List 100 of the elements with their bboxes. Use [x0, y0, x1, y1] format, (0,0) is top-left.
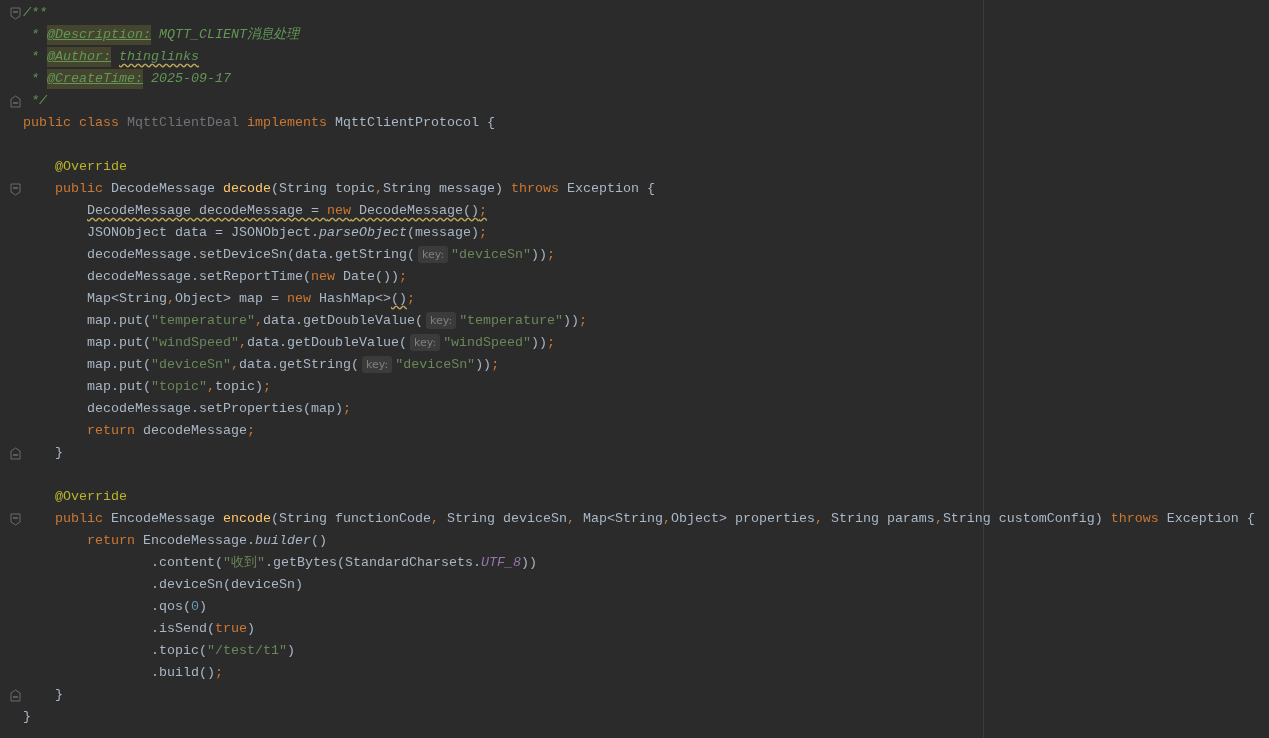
- punctuation: ,: [239, 334, 247, 352]
- keyword: throws: [510, 180, 560, 198]
- annotation: @Override: [55, 488, 127, 506]
- keyword: new: [326, 202, 351, 220]
- parameter-hint: key:: [417, 246, 449, 264]
- string-literal: "/test/t1": [207, 642, 287, 660]
- code-text: }: [55, 444, 63, 462]
- code-text: (): [311, 532, 327, 550]
- keyword: return: [87, 532, 136, 550]
- keyword: public: [55, 180, 104, 198]
- code-text: String deviceSn: [446, 510, 567, 528]
- code-text: EncodeMessage.: [143, 532, 255, 550]
- keyword: public: [55, 510, 104, 528]
- code-text: map.put(: [87, 334, 151, 352]
- code-text: Object> properties: [670, 510, 815, 528]
- code-text: .content(: [151, 554, 223, 572]
- code-text: map.put(: [87, 356, 151, 374]
- keyword: implements: [245, 114, 328, 132]
- code-text: String customConfig): [942, 510, 1104, 528]
- fold-icon[interactable]: [10, 94, 21, 108]
- code-text: )): [475, 356, 492, 374]
- keyword: public class: [23, 114, 120, 132]
- code-text: }: [55, 686, 63, 704]
- constant: UTF_8: [480, 554, 521, 572]
- code-text: (): [390, 290, 407, 308]
- doc-comment: 2025-09-17: [149, 70, 231, 88]
- method-name: decode: [223, 180, 271, 198]
- punctuation: ,: [662, 510, 671, 528]
- doc-comment: /**: [23, 4, 47, 22]
- fold-icon[interactable]: [10, 688, 21, 702]
- string-literal: "deviceSn": [151, 356, 231, 374]
- code-text: data.getDoubleValue(: [247, 334, 407, 352]
- code-text: MqttClientProtocol {: [334, 114, 495, 132]
- parameter-hint: key:: [425, 312, 457, 330]
- punctuation: ;: [247, 422, 255, 440]
- doc-comment: thinglinks: [119, 48, 199, 66]
- method-call: builder: [255, 532, 311, 550]
- class-name: MqttClientDeal: [127, 114, 239, 132]
- doc-tag: @Author:: [47, 47, 111, 67]
- method-name: encode: [223, 510, 271, 528]
- code-text: data.getString(: [239, 356, 359, 374]
- string-literal: "deviceSn": [395, 356, 476, 374]
- keyword: new: [286, 290, 311, 308]
- doc-comment: MQTT_CLIENT消息处理: [157, 26, 299, 44]
- code-text: JSONObject data = JSONObject.: [87, 224, 319, 242]
- punctuation: ,: [566, 510, 576, 528]
- keyword: throws: [1110, 510, 1160, 528]
- punctuation: ,: [167, 290, 175, 308]
- code-text: .topic(: [151, 642, 207, 660]
- code-text: .isSend(: [151, 620, 215, 638]
- punctuation: ,: [430, 510, 440, 528]
- parameter-hint: key:: [361, 356, 393, 374]
- code-text: (String functionCode: [271, 510, 431, 528]
- code-text: String message): [382, 180, 504, 198]
- code-text: decodeMessage: [142, 422, 247, 440]
- annotation: @Override: [55, 158, 127, 176]
- keyword: return: [87, 422, 135, 440]
- string-literal: "temperature": [151, 312, 255, 330]
- string-literal: "收到": [223, 554, 265, 572]
- punctuation: ;: [263, 378, 271, 396]
- doc-comment: */: [31, 92, 47, 110]
- punctuation: ;: [398, 268, 407, 286]
- code-text: Exception {: [566, 180, 655, 198]
- code-text: String params: [830, 510, 935, 528]
- code-text: DecodeMessage(): [357, 202, 479, 220]
- punctuation: ,: [814, 510, 824, 528]
- code-text: )): [531, 334, 548, 352]
- code-text: topic): [215, 378, 263, 396]
- punctuation: ,: [374, 180, 383, 198]
- fold-icon[interactable]: [10, 512, 21, 526]
- fold-icon[interactable]: [10, 446, 21, 460]
- code-text: map.put(: [87, 378, 151, 396]
- code-text: data.getDoubleValue(: [263, 312, 423, 330]
- code-text: EncodeMessage: [111, 510, 216, 528]
- doc-tag: @CreateTime:: [47, 69, 143, 89]
- code-text: DecodeMessage decodeMessage =: [87, 202, 320, 220]
- string-literal: "deviceSn": [451, 246, 532, 264]
- code-text: Object> map =: [175, 290, 280, 308]
- string-literal: "temperature": [459, 312, 564, 330]
- punctuation: ;: [579, 312, 588, 330]
- code-text: (message): [406, 224, 479, 242]
- code-text: Exception {: [1166, 510, 1255, 528]
- punctuation: ,: [207, 378, 215, 396]
- code-text: )): [531, 246, 548, 264]
- doc-comment: *: [31, 26, 40, 44]
- code-text: decodeMessage.setDeviceSn(data.getString(: [87, 246, 415, 264]
- fold-icon[interactable]: [10, 182, 21, 196]
- code-text: HashMap<>: [317, 290, 391, 308]
- punctuation: ,: [255, 312, 263, 330]
- code-text: decodeMessage.setReportTime(: [87, 268, 311, 286]
- doc-tag: @Description:: [47, 25, 151, 45]
- code-text: )): [563, 312, 580, 330]
- code-text: }: [23, 708, 31, 726]
- fold-icon[interactable]: [10, 6, 21, 20]
- code-text: .getBytes(StandardCharsets.: [265, 554, 481, 572]
- code-text: )): [520, 554, 537, 572]
- code-text: .deviceSn(deviceSn): [151, 576, 303, 594]
- method-call: parseObject: [318, 224, 407, 242]
- punctuation: ;: [342, 400, 351, 418]
- string-literal: "windSpeed": [443, 334, 532, 352]
